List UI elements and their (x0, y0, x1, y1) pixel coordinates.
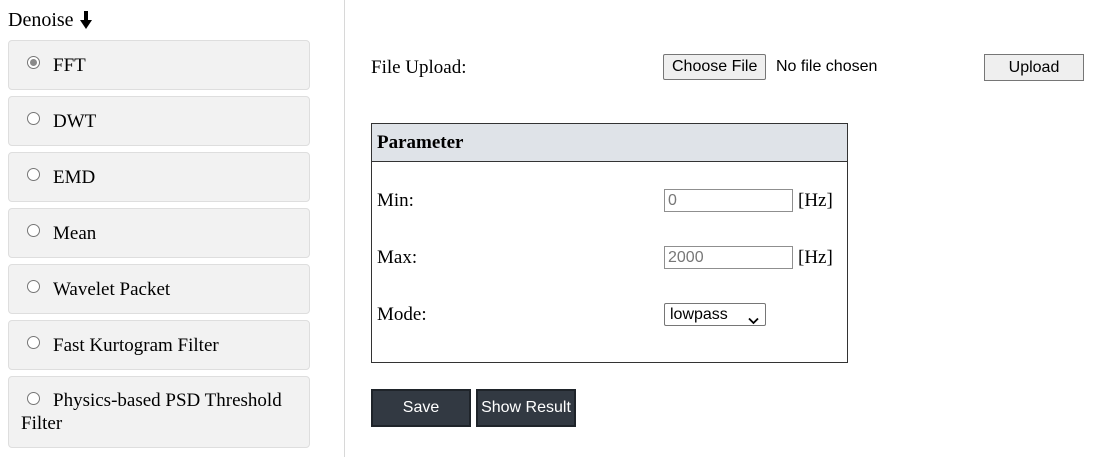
method-option-emd[interactable]: EMD (8, 152, 310, 202)
method-option-mean[interactable]: Mean (8, 208, 310, 258)
radio-button[interactable] (27, 280, 40, 293)
sidebar-title: Denoise (8, 8, 92, 32)
min-unit: [Hz] (798, 190, 833, 211)
min-label: Min: (377, 190, 414, 211)
max-unit: [Hz] (798, 247, 833, 268)
upload-button[interactable]: Upload (984, 54, 1084, 81)
chevron-down-icon (748, 310, 759, 331)
min-input[interactable]: 0 (664, 189, 793, 212)
method-label: DWT (53, 111, 97, 132)
radio-button[interactable] (27, 224, 40, 237)
radio-button[interactable] (27, 168, 40, 181)
parameter-panel: Parameter Min: 0 [Hz] Max: 2000 [Hz] Mod… (371, 123, 848, 363)
sidebar-title-text: Denoise (8, 9, 74, 31)
mode-select[interactable]: lowpass (664, 303, 766, 326)
sidebar: Denoise FFT DWT EMD Mean Wavelet Packet … (0, 0, 345, 457)
max-row: Max: 2000 [Hz] (377, 246, 847, 270)
mode-row: Mode: lowpass (377, 303, 847, 327)
mode-selected-value: lowpass (670, 306, 728, 323)
method-option-psd-threshold[interactable]: Physics-based PSD Threshold Filter (8, 376, 310, 448)
choose-file-button[interactable]: Choose File (663, 54, 767, 80)
parameter-header: Parameter (372, 124, 847, 162)
main-panel: File Upload: Choose File No file chosen … (346, 0, 1107, 457)
method-label: Physics-based PSD Threshold Filter (21, 390, 282, 434)
save-button[interactable]: Save (371, 389, 471, 427)
max-input[interactable]: 2000 (664, 246, 793, 269)
page: Denoise FFT DWT EMD Mean Wavelet Packet … (0, 0, 1107, 457)
method-option-wavelet-packet[interactable]: Wavelet Packet (8, 264, 310, 314)
radio-button[interactable] (27, 336, 40, 349)
max-label: Max: (377, 247, 418, 268)
min-row: Min: 0 [Hz] (377, 189, 847, 213)
file-status-text: No file chosen (776, 58, 878, 75)
method-option-fft[interactable]: FFT (8, 40, 310, 90)
method-option-dwt[interactable]: DWT (8, 96, 310, 146)
method-label: EMD (53, 167, 96, 188)
method-label: Fast Kurtogram Filter (53, 335, 219, 356)
radio-button[interactable] (27, 112, 40, 125)
method-label: FFT (53, 55, 86, 76)
method-label: Wavelet Packet (53, 279, 171, 300)
mode-label: Mode: (377, 304, 427, 325)
method-label: Mean (53, 223, 97, 244)
radio-button[interactable] (27, 56, 40, 69)
show-result-button[interactable]: Show Result (476, 389, 576, 427)
file-upload-label: File Upload: (371, 57, 467, 78)
method-list: FFT DWT EMD Mean Wavelet Packet Fast Kur… (8, 40, 310, 454)
method-option-fast-kurtogram[interactable]: Fast Kurtogram Filter (8, 320, 310, 370)
down-arrow-icon (79, 11, 92, 29)
